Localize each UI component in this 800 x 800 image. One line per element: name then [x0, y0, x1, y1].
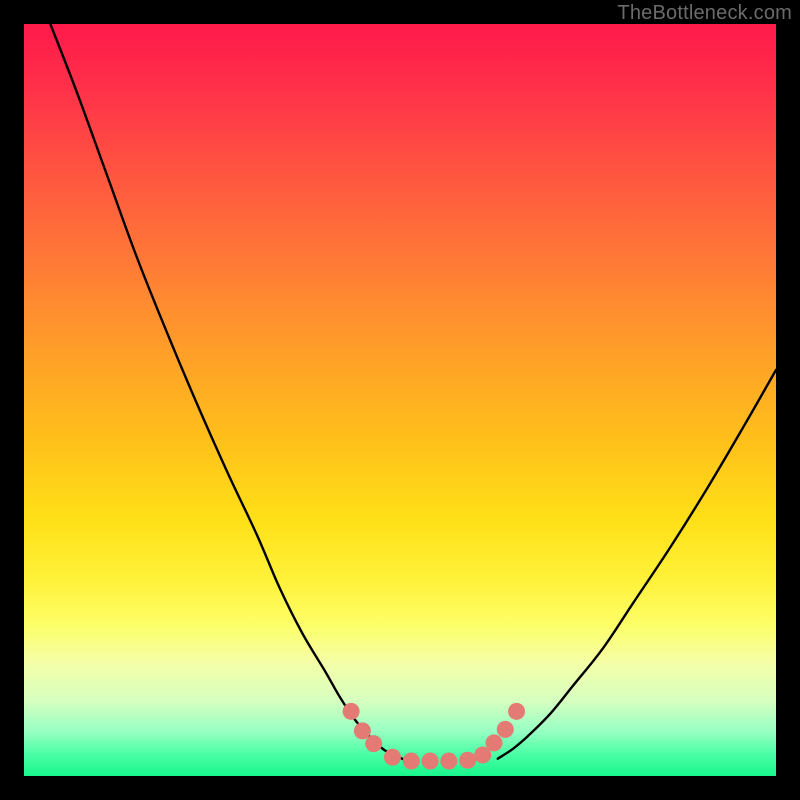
data-marker	[459, 752, 476, 769]
data-marker	[497, 721, 514, 738]
watermark-text: TheBottleneck.com	[617, 2, 792, 25]
data-marker	[508, 703, 525, 720]
curve-left-branch	[50, 24, 403, 759]
data-marker	[365, 735, 382, 752]
chart-frame: TheBottleneck.com	[0, 0, 800, 800]
data-marker	[384, 749, 401, 766]
plot-area	[24, 24, 776, 776]
data-marker	[440, 752, 457, 769]
curve-layer	[24, 24, 776, 776]
data-marker	[422, 752, 439, 769]
data-marker	[403, 752, 420, 769]
data-marker	[354, 722, 371, 739]
curve-right-branch	[498, 370, 776, 759]
data-marker	[343, 703, 360, 720]
data-marker	[486, 734, 503, 751]
